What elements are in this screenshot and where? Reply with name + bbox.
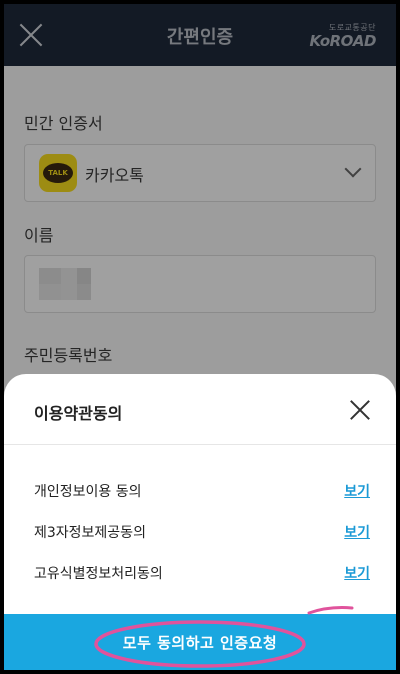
app-frame: 간편인증 도로교통공단 KoROAD 민간 인증서 TALK 카카오톡 이름 주… bbox=[4, 4, 396, 670]
term-item-privacy: 개인정보이용 동의 보기 bbox=[34, 481, 370, 505]
view-link[interactable]: 보기 bbox=[344, 481, 370, 501]
close-icon[interactable] bbox=[350, 400, 370, 420]
cta-label: 모두 동의하고 인증요청 bbox=[122, 634, 278, 652]
term-item-unique-id: 고유식별정보처리동의 보기 bbox=[34, 563, 370, 587]
view-link[interactable]: 보기 bbox=[344, 563, 370, 583]
term-label: 제3자정보제공동의 bbox=[34, 525, 146, 541]
term-label: 개인정보이용 동의 bbox=[34, 484, 142, 500]
agree-all-request-button[interactable]: 모두 동의하고 인증요청 bbox=[4, 614, 396, 670]
divider bbox=[4, 444, 396, 445]
term-label: 고유식별정보처리동의 bbox=[34, 566, 163, 582]
terms-bottom-sheet: 이용약관동의 개인정보이용 동의 보기 제3자정보제공동의 보기 고유식별정보처… bbox=[4, 374, 396, 670]
view-link[interactable]: 보기 bbox=[344, 522, 370, 542]
sheet-title: 이용약관동의 bbox=[34, 404, 123, 423]
term-item-third-party: 제3자정보제공동의 보기 bbox=[34, 522, 370, 546]
